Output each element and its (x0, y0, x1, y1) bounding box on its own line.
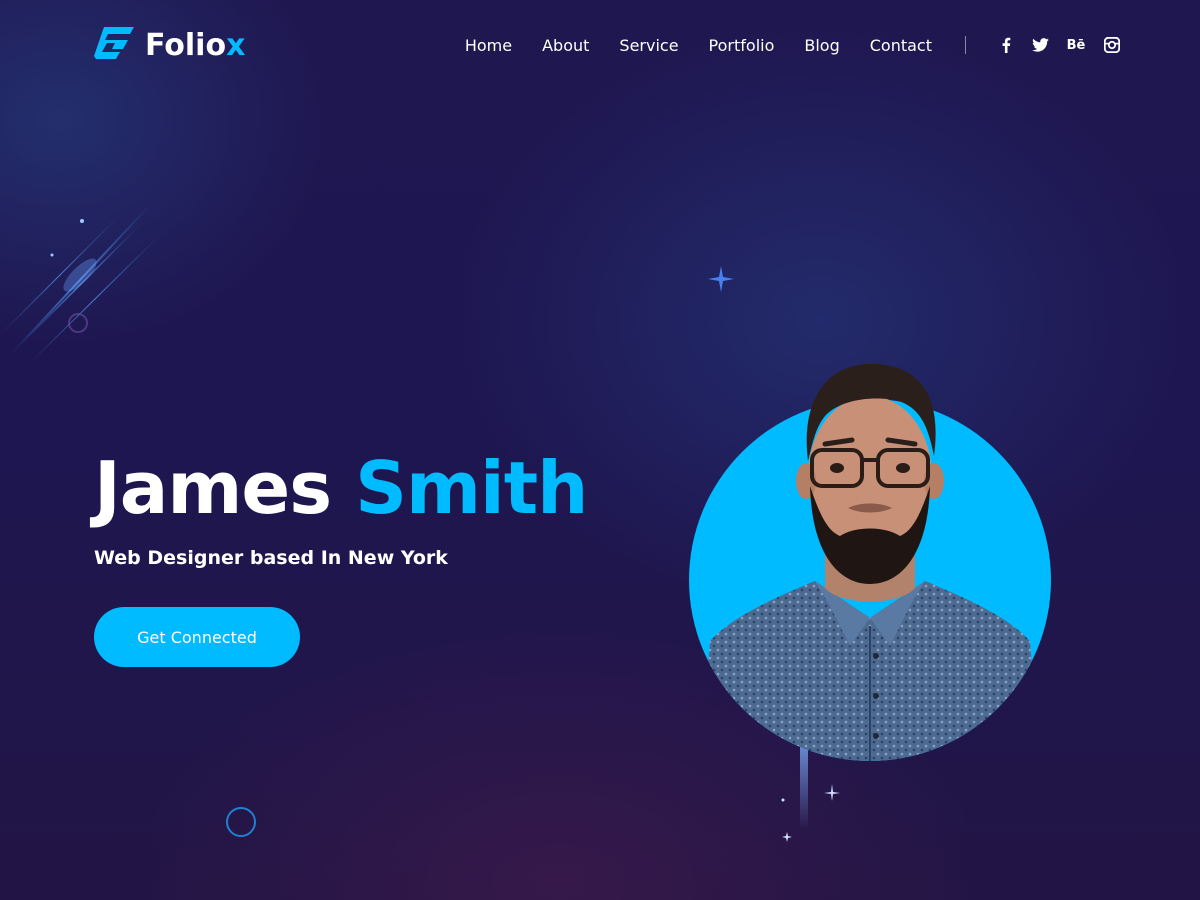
brand-name: Foliox (145, 27, 246, 63)
ring-decoration (226, 807, 256, 837)
logo[interactable]: Foliox (94, 27, 245, 63)
nav-service[interactable]: Service (619, 36, 678, 55)
profile-photo (689, 363, 1051, 761)
behance-icon[interactable]: Bē (1064, 35, 1088, 55)
hero-last-name: Smith (355, 446, 588, 530)
social-links: Bē (996, 35, 1122, 55)
nav-portfolio[interactable]: Portfolio (709, 36, 775, 55)
instagram-icon[interactable] (1102, 35, 1122, 55)
folio-f-icon (94, 27, 134, 59)
brand-name-accent: x (226, 27, 246, 63)
hero-first-name: James (94, 446, 332, 530)
nav-contact[interactable]: Contact (870, 36, 932, 55)
nav-home[interactable]: Home (465, 36, 512, 55)
nav-about[interactable]: About (542, 36, 589, 55)
site-header: Foliox Home About Service Portfolio Blog… (94, 22, 1122, 68)
sparkle-decoration (708, 266, 734, 292)
nav-blog[interactable]: Blog (804, 36, 839, 55)
twitter-icon[interactable] (1030, 35, 1050, 55)
facebook-icon[interactable] (996, 35, 1016, 55)
get-connected-button[interactable]: Get Connected (94, 607, 300, 667)
behance-text: Bē (1066, 37, 1086, 53)
comet-decoration (0, 204, 161, 364)
main-nav: Home About Service Portfolio Blog Contac… (465, 36, 932, 55)
nav-divider (965, 36, 966, 54)
hero-subtitle: Web Designer based In New York (94, 547, 448, 569)
hero-name: James Smith (94, 440, 588, 536)
